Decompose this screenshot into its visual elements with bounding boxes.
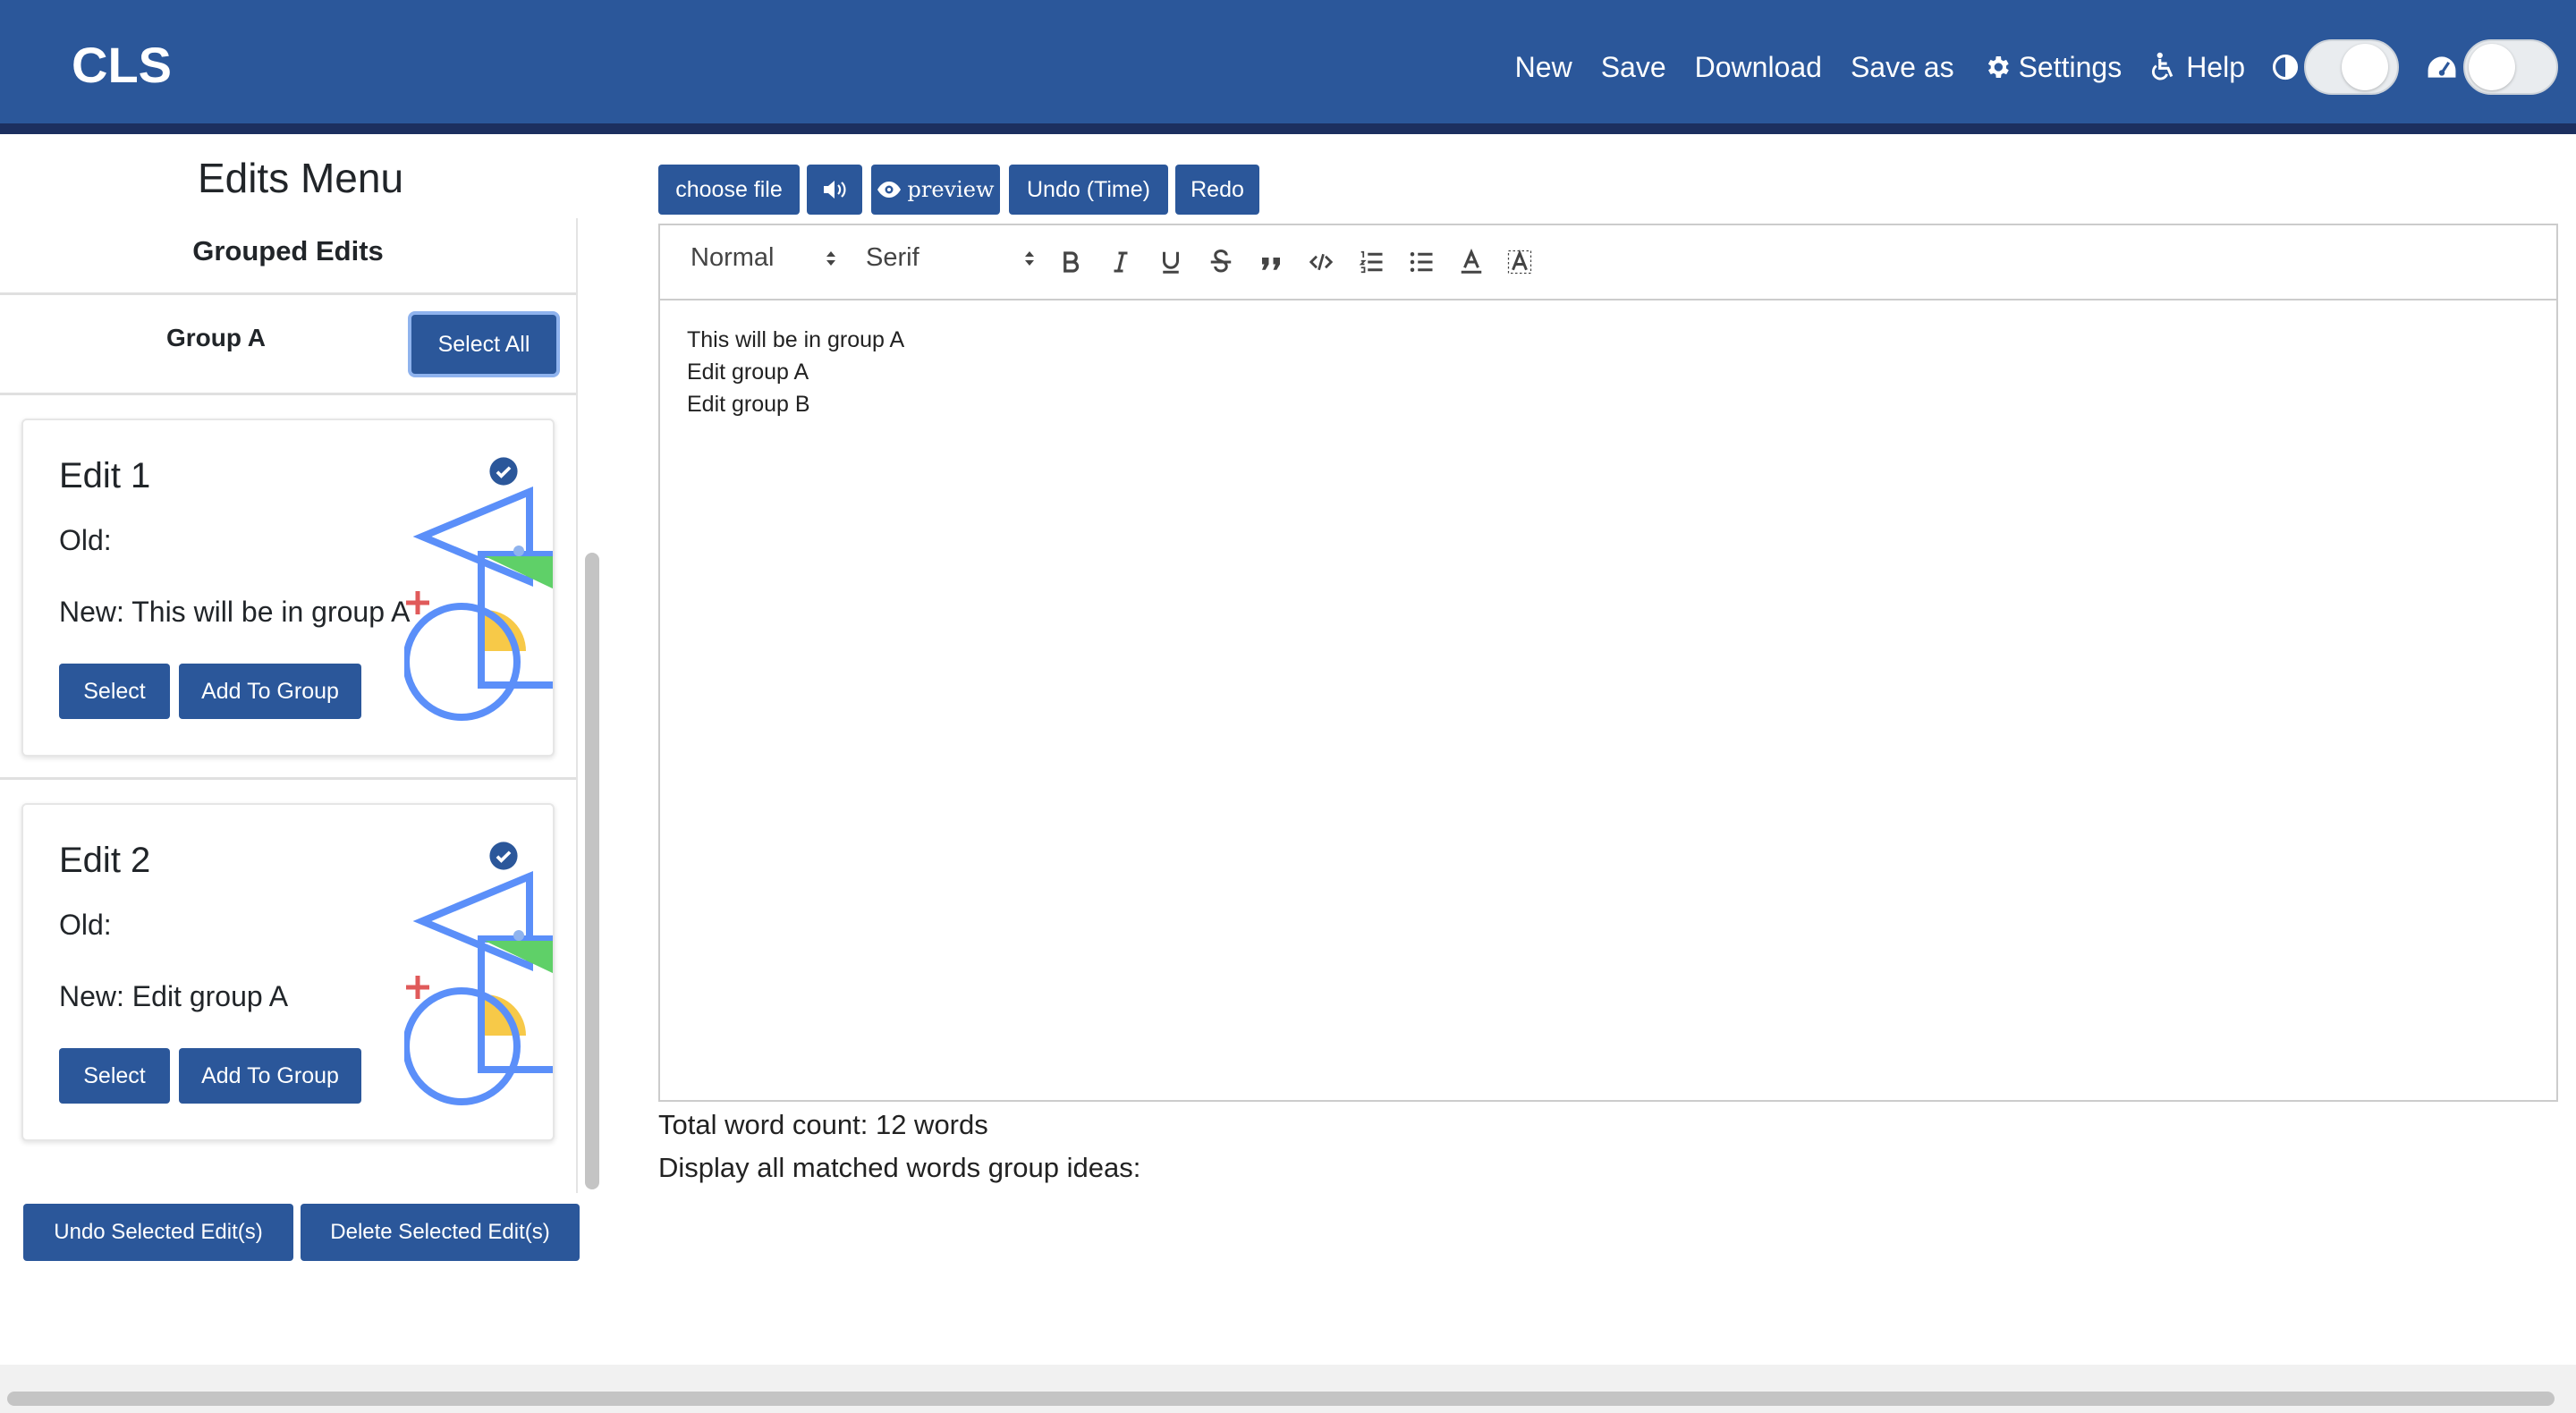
editor-line: Edit group A (687, 360, 809, 385)
select-edit-button[interactable]: Select (59, 1048, 170, 1104)
edit-card-wrapper: Edit 1 Old: New: This will be in group A… (0, 395, 576, 780)
nav-save-as[interactable]: Save as (1851, 51, 1954, 84)
contrast-toggle-group (2272, 39, 2399, 95)
nav-save[interactable]: Save (1601, 51, 1666, 84)
background-color-icon[interactable] (1506, 249, 1533, 280)
toggle-knob (2342, 44, 2388, 90)
edit-old-text: Old: (59, 909, 112, 941)
horizontal-scrollbar[interactable] (7, 1392, 2555, 1406)
edit-title: Edit 1 (59, 456, 151, 495)
ordered-list-icon[interactable] (1358, 249, 1385, 280)
undo-time-button[interactable]: Undo (Time) (1009, 165, 1168, 215)
edits-sidebar[interactable]: Grouped Edits Group A Select All Edit 1 … (0, 218, 578, 1193)
edit-card: Edit 1 Old: New: This will be in group A… (21, 419, 555, 757)
toggle-knob (2469, 44, 2515, 90)
nav-settings-label: Settings (2018, 50, 2123, 83)
tachometer-icon (2428, 56, 2456, 78)
nav-settings[interactable]: Settings (1983, 50, 2123, 84)
brand-logo[interactable]: CLS (72, 36, 172, 94)
text-color-icon[interactable] (1458, 248, 1485, 280)
code-icon[interactable] (1308, 249, 1335, 280)
wheelchair-icon (2152, 52, 2174, 80)
blockquote-icon[interactable] (1258, 249, 1284, 280)
check-circle-icon (488, 456, 519, 491)
decorative-shapes-art (402, 456, 553, 739)
format-select-value: Normal (691, 243, 775, 272)
underline-icon[interactable] (1157, 249, 1184, 280)
nav-download[interactable]: Download (1695, 51, 1822, 84)
eye-icon (877, 182, 902, 198)
edit-new-text: New: This will be in group A (59, 596, 411, 628)
format-toolbar: Normal Serif (660, 225, 2556, 300)
speak-button[interactable] (807, 165, 862, 215)
font-select-value: Serif (866, 243, 919, 272)
redo-button[interactable]: Redo (1175, 165, 1259, 215)
word-count: Total word count: 12 words (658, 1109, 988, 1140)
nav-help[interactable]: Help (2150, 51, 2245, 84)
group-label: Group A (166, 324, 266, 351)
editor-line: Edit group B (687, 392, 810, 417)
font-select[interactable]: Serif (866, 243, 1034, 273)
matched-words-label: Display all matched words group ideas: (658, 1152, 1141, 1183)
undo-selected-edits-button[interactable]: Undo Selected Edit(s) (23, 1204, 293, 1261)
sidebar-scrollbar[interactable] (585, 553, 599, 1189)
speed-toggle[interactable] (2463, 39, 2558, 95)
edit-title: Edit 2 (59, 841, 151, 880)
add-to-group-button[interactable]: Add To Group (179, 1048, 361, 1104)
check-circle-icon (488, 841, 519, 876)
edit-card: Edit 2 Old: New: Edit group A Select Add… (21, 803, 555, 1141)
contrast-icon (2272, 54, 2299, 80)
editor-content[interactable]: This will be in group A Edit group A Edi… (687, 324, 904, 420)
add-to-group-button[interactable]: Add To Group (179, 664, 361, 719)
volume-icon (824, 181, 846, 199)
contrast-toggle[interactable] (2304, 39, 2399, 95)
format-select[interactable]: Normal (691, 243, 843, 273)
rich-text-editor: Normal Serif This will be in group A Edi… (658, 224, 2558, 1102)
gear-icon (1987, 56, 2009, 78)
nav-help-label: Help (2186, 50, 2245, 83)
top-navbar: CLS New Save Download Save as Settings H… (0, 0, 2576, 134)
group-row: Group A Select All (0, 295, 576, 395)
editor-line: This will be in group A (687, 327, 905, 352)
edit-new-text: New: Edit group A (59, 980, 289, 1012)
preview-label: preview (907, 177, 995, 202)
edit-card-wrapper: Edit 2 Old: New: Edit group A Select Add… (0, 780, 576, 1191)
select-arrows-icon (1025, 250, 1034, 266)
select-all-button[interactable]: Select All (411, 315, 556, 374)
edit-old-text: Old: (59, 524, 112, 556)
select-edit-button[interactable]: Select (59, 664, 170, 719)
bullet-list-icon[interactable] (1408, 249, 1435, 280)
decorative-shapes-art (402, 841, 553, 1113)
speed-toggle-group (2426, 39, 2558, 95)
choose-file-button[interactable]: choose file (658, 165, 800, 215)
strikethrough-icon[interactable] (1208, 249, 1234, 280)
edits-menu-title: Edits Menu (197, 155, 404, 201)
select-arrows-icon (826, 250, 835, 266)
grouped-edits-title: Grouped Edits (0, 218, 576, 295)
bold-icon[interactable] (1057, 249, 1084, 280)
italic-icon[interactable] (1107, 249, 1134, 280)
nav-items: New Save Download Save as Settings Help (1487, 0, 2558, 134)
nav-new[interactable]: New (1515, 51, 1572, 84)
preview-button[interactable]: preview (871, 165, 1000, 215)
delete-selected-edits-button[interactable]: Delete Selected Edit(s) (301, 1204, 580, 1261)
